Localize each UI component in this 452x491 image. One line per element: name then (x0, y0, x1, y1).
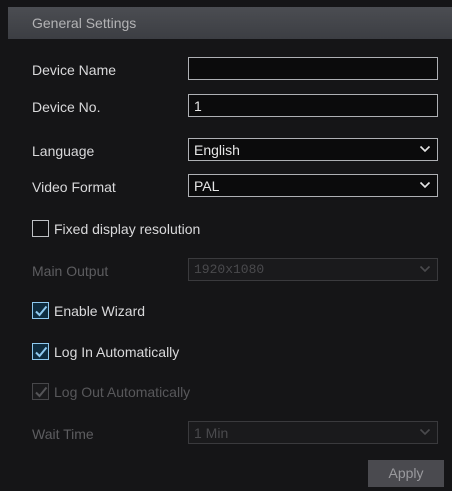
apply-button[interactable]: Apply (368, 460, 444, 487)
video-format-label: Video Format (32, 179, 116, 195)
device-no-input[interactable]: 1 (188, 94, 438, 117)
video-format-value: PAL (194, 178, 220, 194)
log-in-automatically-label[interactable]: Log In Automatically (54, 344, 179, 360)
main-output-select[interactable]: 1920x1080 (188, 258, 438, 281)
main-output-row: Main Output 1920x1080 (8, 252, 452, 288)
language-label: Language (32, 143, 95, 159)
wait-time-value: 1 Min (194, 425, 229, 441)
chevron-down-icon (419, 263, 431, 275)
fixed-display-resolution-checkbox[interactable] (32, 220, 49, 237)
chevron-down-icon (419, 426, 431, 438)
device-name-input[interactable] (188, 57, 438, 80)
panel-header: General Settings (8, 7, 452, 39)
device-no-row: Device No. 1 (8, 88, 452, 124)
enable-wizard-checkbox[interactable] (32, 302, 49, 319)
main-output-value: 1920x1080 (194, 262, 265, 277)
device-name-row: Device Name (8, 51, 452, 87)
device-name-label: Device Name (32, 62, 117, 78)
wait-time-select[interactable]: 1 Min (188, 421, 438, 444)
main-output-label: Main Output (32, 263, 109, 279)
log-out-automatically-label[interactable]: Log Out Automatically (54, 384, 190, 400)
video-format-select[interactable]: PAL (188, 174, 438, 197)
wait-time-row: Wait Time 1 Min (8, 415, 452, 451)
enable-wizard-label[interactable]: Enable Wizard (54, 303, 145, 319)
panel-footer: Apply (8, 457, 452, 491)
fixed-display-resolution-row: Fixed display resolution (8, 211, 452, 247)
checkmark-icon (35, 386, 48, 398)
checkmark-icon (35, 346, 48, 358)
chevron-down-icon (419, 143, 431, 155)
language-row: Language English (8, 132, 452, 168)
panel-title: General Settings (32, 15, 137, 31)
checkmark-icon (35, 305, 48, 317)
language-value: English (194, 142, 240, 158)
log-out-automatically-row: Log Out Automatically (8, 374, 452, 410)
chevron-down-icon (419, 179, 431, 191)
wait-time-label: Wait Time (32, 426, 94, 442)
log-in-automatically-row: Log In Automatically (8, 334, 452, 370)
fixed-display-resolution-label[interactable]: Fixed display resolution (54, 221, 200, 237)
device-no-label: Device No. (32, 99, 101, 115)
log-in-automatically-checkbox[interactable] (32, 343, 49, 360)
general-settings-panel: General Settings Device Name Device No. … (0, 0, 452, 491)
enable-wizard-row: Enable Wizard (8, 293, 452, 329)
video-format-row: Video Format PAL (8, 168, 452, 204)
language-select[interactable]: English (188, 138, 438, 161)
log-out-automatically-checkbox[interactable] (32, 383, 49, 400)
